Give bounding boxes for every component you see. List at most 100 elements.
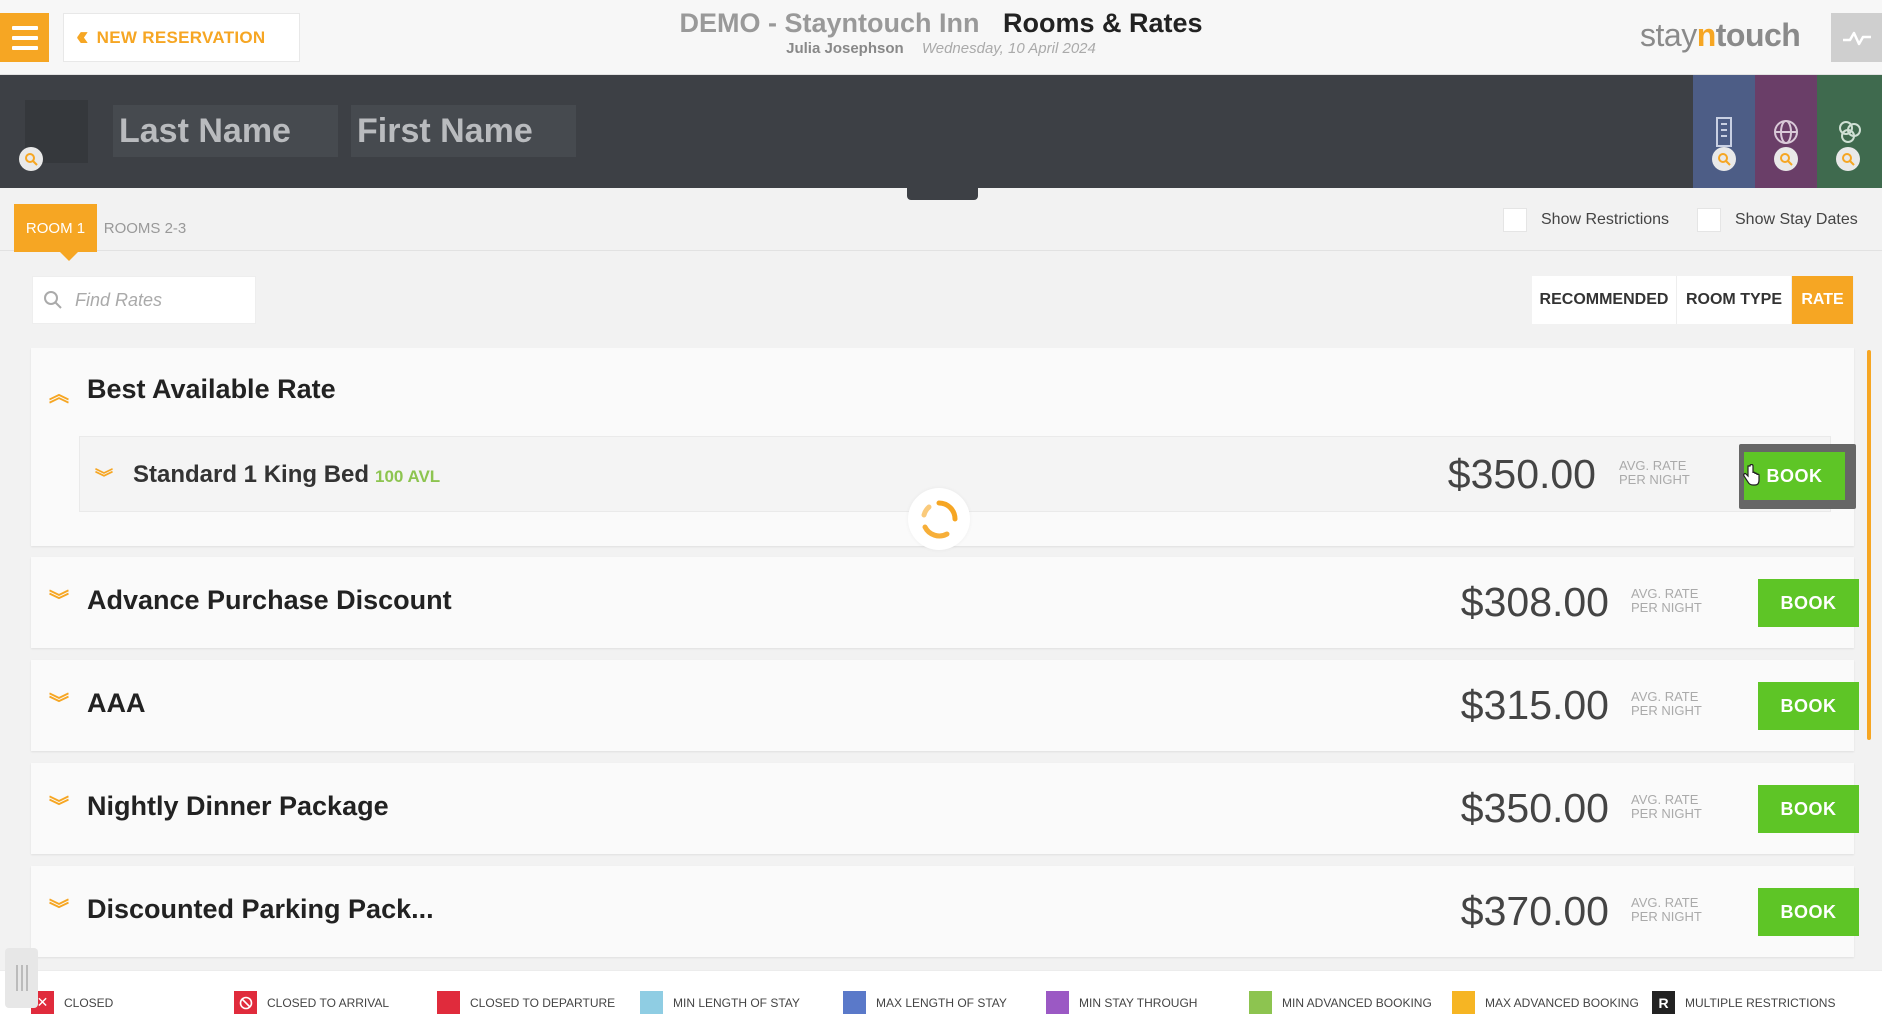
search-icon[interactable] [1712, 147, 1736, 171]
checkbox[interactable] [1697, 208, 1721, 232]
show-restrictions-toggle[interactable]: Show Restrictions [1503, 208, 1669, 232]
search-band-drag-handle[interactable] [907, 188, 978, 200]
expand-chevron-icon[interactable]: ︾ [95, 464, 113, 490]
group-circles-icon [1838, 120, 1861, 143]
tab-rooms-2-3[interactable]: ROOMS 2-3 [100, 204, 190, 252]
multiple-restrictions-icon: R [1652, 991, 1675, 1014]
logo-part: stay [1640, 17, 1697, 53]
rate-card[interactable]: ︾ Discounted Parking Pack... $370.00 AVG… [31, 866, 1859, 957]
avg-line: AVG. RATE [1619, 458, 1687, 473]
avg-line: PER NIGHT [1631, 600, 1702, 615]
rate-name: Discounted Parking Pack... [87, 894, 434, 924]
room-type-name: Standard 1 King Bed [133, 461, 370, 488]
sort-room-type-button[interactable]: ROOM TYPE [1677, 276, 1792, 324]
stayntouch-logo: stayntouch [1640, 17, 1801, 54]
rate-price: $350.00 [1460, 785, 1609, 831]
avg-rate-label: AVG. RATE PER NIGHT [1631, 896, 1702, 924]
rate-list: ︽ Best Available Rate ︾ Standard 1 King … [7, 348, 1862, 970]
legend-label: MIN ADVANCED BOOKING [1282, 995, 1432, 1010]
guest-search-band [0, 75, 1882, 188]
legend-item: R MULTIPLE RESTRICTIONS [1652, 991, 1835, 1014]
book-button[interactable]: BOOK [1758, 682, 1859, 730]
rate-price: $315.00 [1460, 682, 1609, 728]
show-stay-dates-toggle[interactable]: Show Stay Dates [1697, 208, 1858, 232]
search-icon[interactable] [19, 147, 43, 171]
company-card-tab[interactable] [1693, 75, 1755, 188]
rate-card[interactable]: ︾ Advance Purchase Discount $308.00 AVG.… [31, 557, 1859, 648]
rate-name: Best Available Rate [87, 374, 336, 404]
spinner-icon [921, 500, 958, 539]
last-name-input[interactable] [113, 105, 338, 157]
tab-room-1[interactable]: ROOM 1 [14, 204, 97, 252]
grip-line [25, 965, 28, 991]
legend-swatch [843, 991, 866, 1014]
avg-line: AVG. RATE [1631, 792, 1699, 807]
rate-card[interactable]: ︾ AAA $315.00 AVG. RATE PER NIGHT BOOK [31, 660, 1859, 751]
sort-recommended-button[interactable]: RECOMMENDED [1532, 276, 1677, 324]
avg-line: AVG. RATE [1631, 895, 1699, 910]
search-icon[interactable] [1836, 147, 1860, 171]
rate-price: $350.00 [1447, 451, 1596, 497]
legend-drag-handle[interactable] [5, 948, 38, 1008]
group-tab[interactable] [1817, 75, 1882, 188]
activity-pulse-icon [1842, 31, 1871, 45]
book-button[interactable]: BOOK [1758, 785, 1859, 833]
top-bar: ‹‹ NEW RESERVATION DEMO - Stayntouch Inn… [0, 0, 1882, 75]
legend-label: MAX LENGTH OF STAY [876, 995, 1007, 1010]
search-icon[interactable] [1774, 147, 1798, 171]
logo-part: touch [1715, 17, 1801, 53]
find-rates-input[interactable] [75, 289, 245, 311]
show-restrictions-label: Show Restrictions [1541, 211, 1670, 228]
first-name-input[interactable] [351, 105, 576, 157]
hand-cursor-icon [1743, 464, 1760, 486]
find-rates-search [32, 276, 256, 324]
sort-options: RECOMMENDED ROOM TYPE RATE [1532, 276, 1854, 324]
avg-line: PER NIGHT [1631, 806, 1702, 821]
business-date: Wednesday, 10 April 2024 [921, 40, 1096, 57]
legend-item: CLOSED TO ARRIVAL [234, 991, 389, 1014]
travel-agent-tab[interactable] [1755, 75, 1817, 188]
rate-card[interactable]: ︾ Nightly Dinner Package $350.00 AVG. RA… [31, 763, 1859, 854]
collapse-chevron-icon[interactable]: ︽ [49, 385, 69, 405]
legend-item: ✕ CLOSED [31, 991, 113, 1014]
rate-name: Nightly Dinner Package [87, 791, 389, 821]
legend-label: MAX ADVANCED BOOKING [1485, 995, 1639, 1010]
legend-label: MULTIPLE RESTRICTIONS [1685, 995, 1836, 1010]
legend-item: MIN STAY THROUGH [1046, 991, 1197, 1014]
avg-line: PER NIGHT [1631, 703, 1702, 718]
grip-line [20, 965, 23, 991]
grip-line [15, 965, 18, 991]
legend-item: MAX LENGTH OF STAY [843, 991, 1007, 1014]
legend-swatch [640, 991, 663, 1014]
avg-line: PER NIGHT [1631, 909, 1702, 924]
checkbox[interactable] [1503, 208, 1527, 232]
no-entry-icon [234, 991, 257, 1014]
legend-item: MIN LENGTH OF STAY [640, 991, 800, 1014]
logo-part: n [1696, 17, 1717, 53]
expand-chevron-icon[interactable]: ︾ [49, 797, 69, 817]
expand-chevron-icon[interactable]: ︾ [49, 900, 69, 920]
legend-label: MIN STAY THROUGH [1079, 995, 1198, 1010]
building-icon [1716, 116, 1732, 147]
book-button[interactable]: BOOK [1758, 888, 1859, 936]
legend-swatch [1249, 991, 1272, 1014]
search-icon [44, 291, 62, 309]
rate-list-scrollbar[interactable] [1867, 350, 1871, 740]
page-title: Rooms & Rates [1002, 8, 1203, 38]
show-stay-dates-label: Show Stay Dates [1735, 211, 1858, 228]
expand-chevron-icon[interactable]: ︾ [49, 694, 69, 714]
rate-name: Advance Purchase Discount [87, 585, 452, 615]
activity-button[interactable] [1831, 13, 1882, 62]
book-button[interactable]: BOOK [1758, 579, 1859, 627]
availability-count: 100 AVL [375, 467, 441, 486]
header-title: DEMO - Stayntouch Inn Rooms & Rates Juli… [0, 8, 1882, 57]
sort-rate-button[interactable]: RATE [1792, 276, 1854, 324]
expand-chevron-icon[interactable]: ︾ [49, 591, 69, 611]
globe-icon [1774, 119, 1798, 144]
avg-line: PER NIGHT [1619, 472, 1690, 487]
avg-line: AVG. RATE [1631, 586, 1699, 601]
legend-label: CLOSED TO DEPARTURE [470, 995, 616, 1010]
rate-price: $370.00 [1460, 888, 1609, 934]
legend-item: CLOSED TO DEPARTURE [437, 991, 615, 1014]
legend-swatch [1452, 991, 1475, 1014]
